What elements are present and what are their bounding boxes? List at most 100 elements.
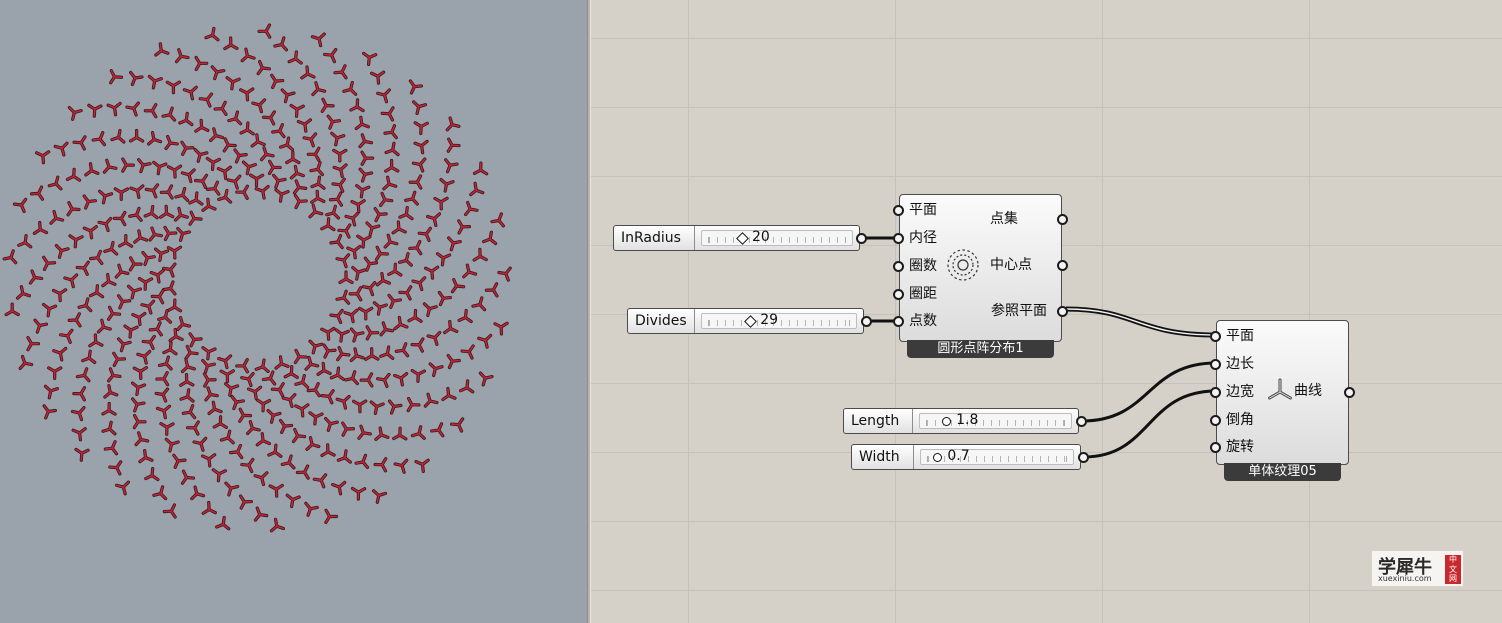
pattern-unit	[406, 396, 421, 413]
component-circular-point-array[interactable]: 平面 内径 圈数 圈距 点数 点集 中心点 参照平面	[899, 194, 1062, 342]
output-label-point-set: 点集	[990, 211, 1018, 227]
pattern-unit	[155, 371, 170, 387]
pattern-unit	[376, 88, 391, 104]
pattern-unit	[84, 162, 100, 177]
pattern-unit	[147, 74, 163, 90]
pattern-unit	[439, 178, 455, 193]
pattern-unit	[121, 157, 135, 173]
slider-inradius-track[interactable]	[701, 230, 853, 246]
pattern-unit	[87, 103, 103, 118]
pattern-unit	[393, 315, 409, 331]
pattern-unit	[269, 517, 285, 533]
watermark-seal: 中 文 网	[1445, 555, 1461, 584]
slider-width[interactable]: Width 0.7	[851, 444, 1081, 470]
pattern-unit	[408, 239, 423, 256]
port-in-point-count[interactable]	[893, 316, 904, 327]
input-label-point-count: 点数	[909, 313, 937, 329]
pattern-unit	[206, 180, 221, 196]
pattern-unit	[362, 51, 378, 67]
port-in-plane-2[interactable]	[1210, 331, 1221, 342]
pattern-unit	[462, 263, 478, 279]
component-unit-texture[interactable]: 平面 边长 边宽 倒角 旋转 曲线	[1216, 320, 1349, 465]
pattern-unit	[410, 337, 425, 353]
pattern-unit	[310, 32, 326, 48]
pattern-unit	[280, 454, 296, 470]
port-out-curve[interactable]	[1344, 387, 1355, 398]
pattern-unit	[464, 200, 479, 217]
port-out-center-point[interactable]	[1057, 260, 1068, 271]
pattern-unit	[102, 158, 118, 174]
pattern-unit	[326, 114, 342, 130]
pattern-unit	[136, 349, 152, 365]
pattern-unit	[349, 327, 365, 343]
slider-divides-label: Divides	[628, 309, 695, 333]
port-in-edge-width[interactable]	[1210, 387, 1221, 398]
slider-inradius[interactable]: InRadius 20	[613, 225, 860, 251]
pattern-unit	[294, 403, 310, 418]
pattern-unit	[333, 64, 348, 80]
port-out-reference-plane[interactable]	[1057, 306, 1068, 317]
pattern-unit	[411, 157, 427, 173]
pattern-unit	[308, 203, 324, 219]
pattern-unit	[328, 191, 343, 207]
pattern-unit	[114, 263, 130, 279]
pattern-unit	[358, 133, 374, 149]
pattern-unit	[332, 148, 348, 163]
pattern-unit	[253, 471, 269, 487]
pattern-unit	[101, 272, 117, 288]
pattern-unit	[398, 205, 414, 221]
pattern-unit	[393, 458, 409, 474]
pattern-unit	[308, 411, 324, 426]
port-out-point-set[interactable]	[1057, 214, 1068, 225]
port-slider-width-out[interactable]	[1078, 452, 1089, 463]
pattern-unit	[152, 485, 168, 501]
pattern-unit	[161, 262, 177, 278]
pattern-unit	[144, 467, 160, 482]
slider-width-track[interactable]	[920, 449, 1074, 465]
pattern-unit	[379, 345, 395, 361]
pattern-unit	[373, 457, 388, 473]
pattern-unit	[148, 321, 163, 337]
port-slider-divides-out[interactable]	[861, 316, 872, 327]
port-in-fillet[interactable]	[1210, 415, 1221, 426]
pattern-unit	[283, 365, 299, 380]
pattern-unit	[410, 425, 426, 440]
slider-divides[interactable]: Divides 29	[627, 308, 864, 334]
pattern-unit	[497, 266, 512, 282]
pattern-unit	[287, 50, 303, 65]
rhino-viewport[interactable]	[0, 0, 587, 623]
pattern-unit	[329, 366, 345, 381]
port-in-plane[interactable]	[893, 205, 904, 216]
port-in-rotation[interactable]	[1210, 442, 1221, 453]
pattern-unit	[349, 98, 365, 113]
pattern-unit	[413, 139, 429, 155]
grasshopper-canvas[interactable]: InRadius 20 Divides 29 Length 1.8 Width …	[591, 0, 1502, 623]
pattern-unit	[143, 103, 158, 119]
pattern-unit	[344, 370, 359, 386]
pattern-unit	[137, 276, 154, 291]
output-label-center-point: 中心点	[990, 257, 1032, 273]
pattern-unit	[246, 385, 263, 401]
watermark-url: xuexiniu.com	[1378, 574, 1432, 583]
pattern-unit	[204, 26, 220, 42]
port-slider-length-out[interactable]	[1076, 416, 1087, 427]
pattern-unit	[320, 326, 336, 341]
port-slider-inradius-out[interactable]	[856, 233, 867, 244]
slider-length[interactable]: Length 1.8	[843, 408, 1079, 434]
pattern-unit	[365, 221, 381, 237]
port-in-inner-radius[interactable]	[893, 233, 904, 244]
pattern-unit	[460, 344, 475, 360]
wire-width-to-edge-width[interactable]	[1083, 389, 1217, 459]
port-in-ring-count[interactable]	[893, 261, 904, 272]
input-label-plane: 平面	[909, 202, 937, 218]
wire-reference-plane-to-plane[interactable]	[1065, 306, 1217, 338]
pattern-unit	[444, 158, 459, 174]
port-in-ring-spacing[interactable]	[893, 289, 904, 300]
pattern-unit	[2, 249, 18, 265]
pattern-unit	[254, 358, 270, 374]
pattern-unit	[253, 506, 269, 522]
pattern-unit	[457, 308, 473, 324]
port-in-edge-length[interactable]	[1210, 359, 1221, 370]
slider-divides-track[interactable]	[701, 313, 857, 329]
pattern-unit	[115, 480, 130, 496]
